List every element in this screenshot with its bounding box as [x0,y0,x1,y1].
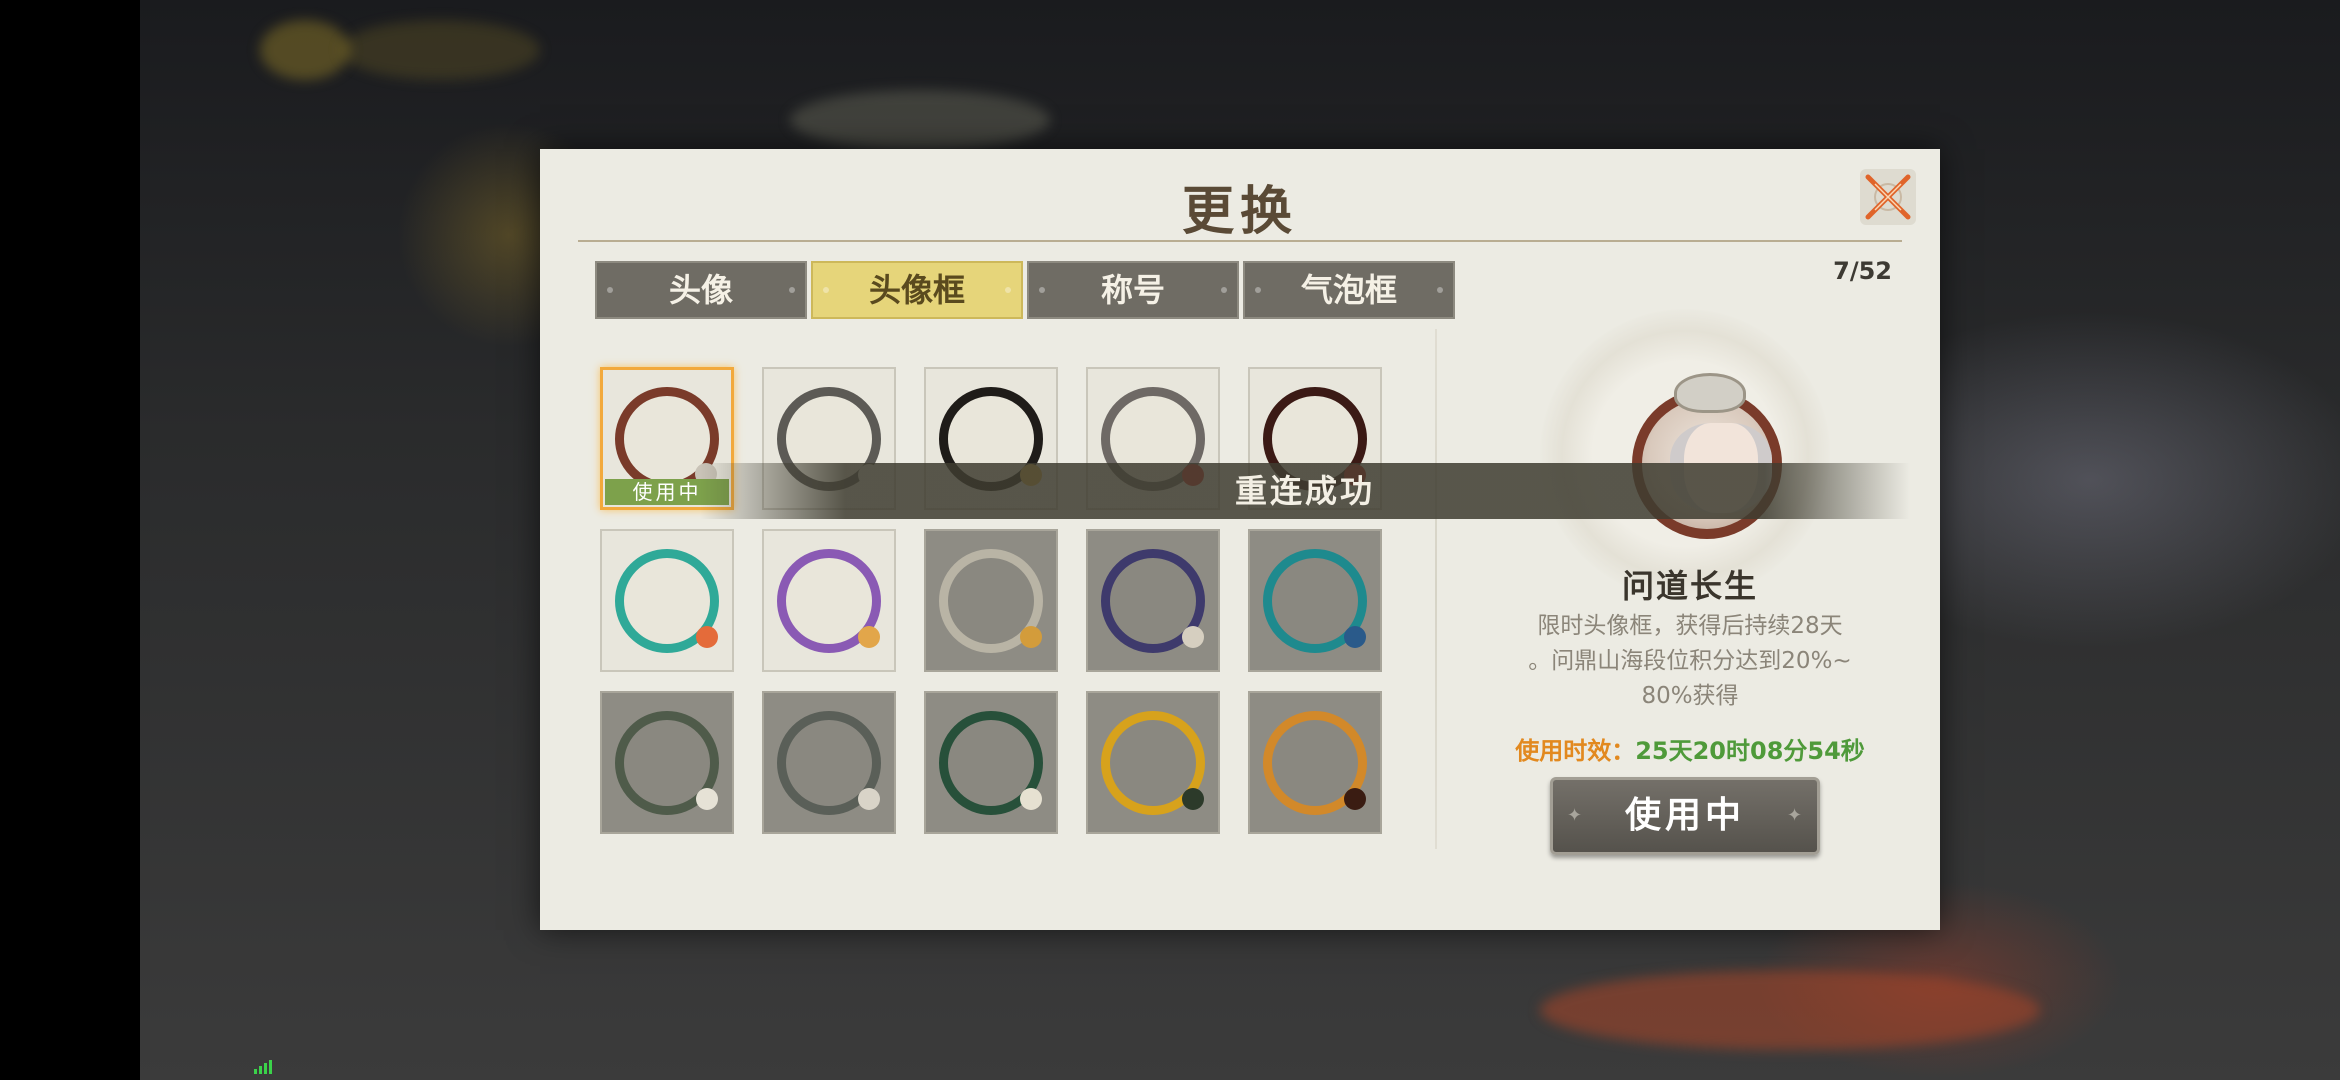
button-label: 使用中 [1624,795,1745,836]
frame-ornament [1344,788,1366,810]
description-line: 。问鼎山海段位积分达到20%~ [1528,648,1852,674]
avatar-frame-item[interactable] [924,691,1058,834]
frame-preview [1540,309,1830,599]
tiger-crest-decoration [1674,373,1746,413]
frame-description: 限时头像框，获得后持续28天 。问鼎山海段位积分达到20%~ 80%获得 [1495,609,1885,714]
signal-strength-icon [254,1060,272,1074]
frame-ornament [858,626,880,648]
tab-avatar[interactable]: 头像 [595,261,807,319]
frame-ornament [696,626,718,648]
avatar-frame-item[interactable] [762,529,896,672]
dialog-title: 更换 [1181,181,1298,242]
avatar-frame-item[interactable] [1248,529,1382,672]
frame-name: 问道长生 [1621,567,1758,605]
background-glow [790,90,1050,150]
category-tabs: 头像 头像框 称号 气泡框 [595,261,1455,319]
star-ornament-icon: ✦ [1567,805,1587,826]
tab-label: 头像 [668,271,733,309]
avatar-frame-item[interactable] [1248,691,1382,834]
duration-label: 使用时效： [1515,737,1636,765]
panel-divider [1435,329,1437,849]
avatar-frame-item[interactable] [600,691,734,834]
frame-grid: 使用中 [600,367,1382,834]
avatar-frame-item[interactable] [600,529,734,672]
frame-ornament [1020,626,1042,648]
description-line: 80%获得 [1641,683,1739,709]
avatar-frame-item[interactable] [924,529,1058,672]
frame-ornament [858,788,880,810]
frame-ornament [1344,626,1366,648]
avatar-frame-item[interactable] [1086,691,1220,834]
tab-label: 头像框 [868,271,965,309]
close-x-icon [1865,174,1911,220]
change-dialog: 更换 7/52 头像 头像框 称号 气泡框 使用中 问道长生 限时头像框，获得后… [540,149,1940,930]
tab-label: 称号 [1100,271,1165,309]
frame-ornament [1182,626,1204,648]
duration-value: 25天20时08分54秒 [1635,737,1865,765]
close-button[interactable] [1860,169,1916,225]
reconnect-toast: 重连成功 [700,463,1910,519]
background-glow [340,20,540,80]
star-ornament-icon: ✦ [1787,805,1807,826]
tab-bubble-frame[interactable]: 气泡框 [1243,261,1455,319]
background-glow [1540,970,2040,1050]
tab-avatar-frame[interactable]: 头像框 [811,261,1023,319]
avatar-frame-item[interactable] [1086,529,1220,672]
description-line: 限时头像框，获得后持续28天 [1537,613,1843,639]
background-glow [260,20,350,80]
avatar-frame-item[interactable] [762,691,896,834]
title-divider [578,240,1902,242]
frame-ornament [1020,788,1042,810]
in-use-button[interactable]: ✦ 使用中 ✦ [1550,777,1820,855]
frame-ornament [1182,788,1204,810]
usage-duration: 使用时效：25天20时08分54秒 [1440,731,1940,766]
frame-count: 7/52 [1833,257,1892,285]
frame-ornament [696,788,718,810]
tab-title[interactable]: 称号 [1027,261,1239,319]
tab-label: 气泡框 [1300,271,1397,309]
